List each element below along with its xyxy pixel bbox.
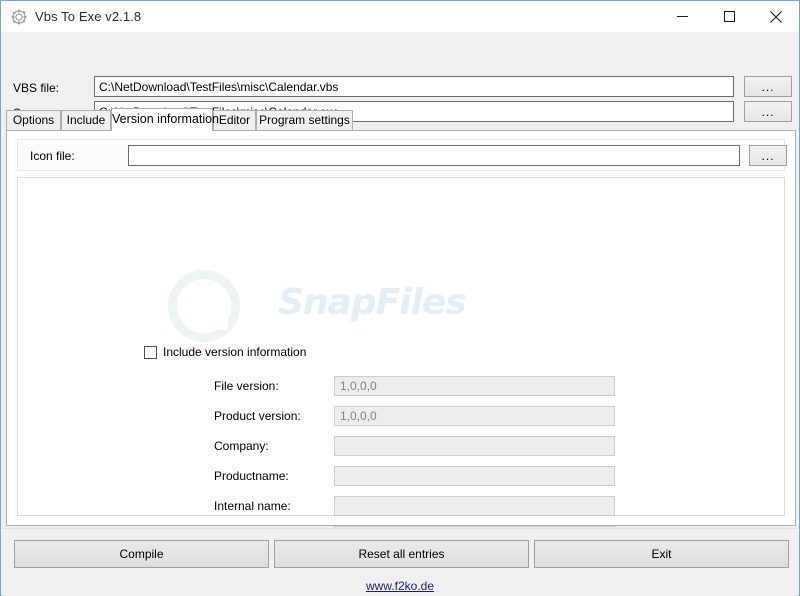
icon-file-input[interactable]	[128, 145, 740, 166]
tab-label: Version information	[112, 112, 220, 126]
tab-editor[interactable]: Editor	[213, 110, 256, 130]
compile-button[interactable]: Compile	[14, 540, 269, 568]
icon-file-row: Icon file: ...	[17, 139, 787, 171]
tab-label: Include	[66, 113, 106, 127]
action-bar: Compile Reset all entries Exit www.f2ko.…	[2, 528, 798, 596]
website-link[interactable]: www.f2ko.de	[2, 579, 798, 593]
field-label-company: Company:	[214, 439, 269, 453]
reset-all-entries-button[interactable]: Reset all entries	[274, 540, 529, 568]
field-label-fileversion: File version:	[214, 379, 279, 393]
close-button[interactable]	[753, 1, 799, 32]
gear-icon	[11, 9, 27, 25]
tab-page-version-information: Icon file: ... SnapFiles Include version…	[6, 130, 796, 576]
close-icon	[770, 10, 782, 23]
tab-bar: Options Include Version information Editor P…	[6, 108, 796, 131]
window-title: Vbs To Exe v2.1.8	[35, 9, 142, 24]
tab-program-settings[interactable]: Program settings	[256, 110, 353, 130]
icon-file-browse-button[interactable]: ...	[749, 145, 787, 166]
field-input-company[interactable]	[334, 436, 615, 456]
version-fields-list: File version: Product version: Company: Pro…	[18, 178, 784, 576]
tab-label: Editor	[218, 113, 251, 127]
field-input-internalname[interactable]	[334, 496, 615, 516]
tab-include[interactable]: Include	[61, 110, 111, 130]
tab-label: Program settings	[259, 113, 350, 127]
title-bar: Vbs To Exe v2.1.8	[1, 1, 799, 33]
field-input-productversion[interactable]	[334, 406, 615, 426]
maximize-icon	[723, 11, 735, 22]
tab-version-information[interactable]: Version information	[111, 108, 219, 131]
tab-label: Options	[12, 113, 55, 127]
field-label-productversion: Product version:	[214, 409, 301, 423]
field-label-internalname: Internal name:	[214, 499, 291, 513]
application-window: Vbs To Exe v2.1.8 VBS file: ... Save as:…	[0, 0, 800, 596]
field-input-productname[interactable]	[334, 466, 615, 486]
icon-file-label: Icon file:	[30, 149, 75, 163]
field-label-productname: Productname:	[214, 469, 289, 483]
minimize-button[interactable]	[659, 1, 705, 32]
vbs-file-label: VBS file:	[13, 81, 60, 95]
minimize-icon	[676, 16, 688, 17]
vbs-file-browse-button[interactable]: ...	[744, 76, 792, 97]
field-input-fileversion[interactable]	[334, 376, 615, 396]
file-paths-panel: VBS file: ... Save as: ...	[2, 32, 798, 122]
tab-options[interactable]: Options	[6, 110, 61, 130]
version-information-group: SnapFiles Include version information Fi…	[17, 177, 785, 576]
vbs-file-input[interactable]	[94, 76, 734, 97]
maximize-button[interactable]	[706, 1, 752, 32]
exit-button[interactable]: Exit	[534, 540, 789, 568]
